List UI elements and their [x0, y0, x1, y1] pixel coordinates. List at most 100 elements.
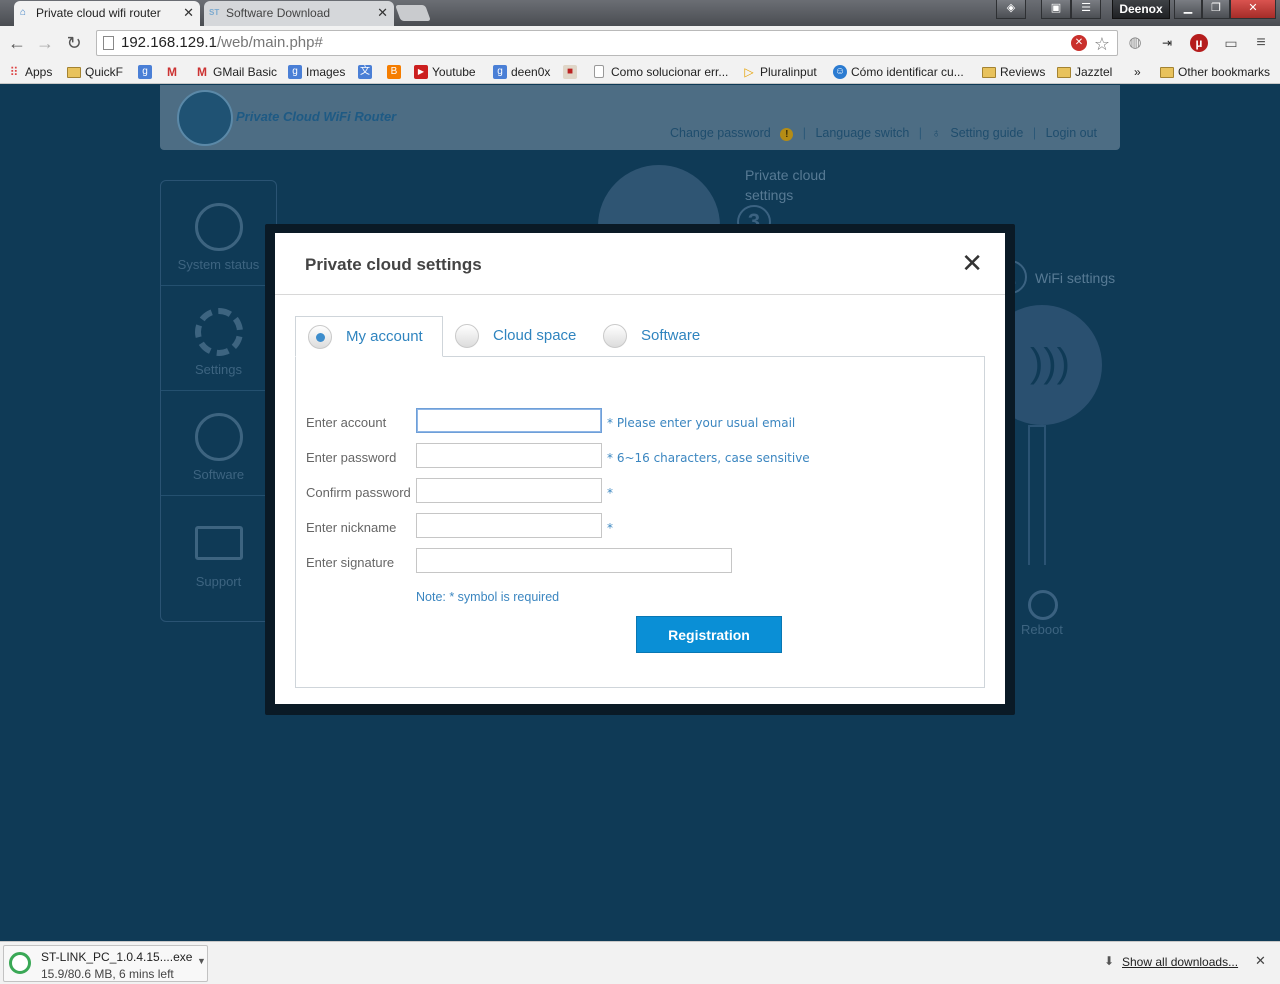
bookmark-gmail-basic[interactable]: M GMail Basic: [195, 63, 277, 81]
tab-cloud-space[interactable]: Cloud space: [443, 316, 591, 357]
setting-guide-link[interactable]: Setting guide: [950, 126, 1023, 140]
bookmark-apps[interactable]: ⠿ Apps: [7, 63, 53, 81]
bookmark-youtube[interactable]: ▶ Youtube: [414, 63, 476, 81]
private-cloud-step-label: Private cloud settings: [745, 167, 826, 203]
sidebar-item-label: System status: [177, 257, 260, 272]
bookmark-pluralinput[interactable]: ▷ Pluralinput: [742, 63, 816, 81]
bookmark-quickf[interactable]: QuickF: [67, 63, 123, 81]
change-password-link[interactable]: Change password: [670, 126, 771, 140]
minimize-button[interactable]: ▁: [1174, 0, 1202, 19]
new-tab-button[interactable]: [395, 5, 431, 21]
tab-software[interactable]: Software: [591, 316, 739, 357]
download-item[interactable]: ST-LINK_PC_1.0.4.15....exe 15.9/80.6 MB,…: [3, 945, 208, 982]
menu-icon[interactable]: ≡: [1252, 34, 1270, 52]
gear-icon: [194, 308, 243, 356]
forward-arrow-icon[interactable]: →: [34, 32, 56, 54]
bookmark-deen0x[interactable]: g deen0x: [493, 63, 550, 81]
window-close-button[interactable]: ✕: [1230, 0, 1276, 19]
profile-user-button[interactable]: Deenox: [1112, 0, 1170, 19]
tab-title: Private cloud wifi router: [36, 6, 161, 20]
router-header: Private Cloud WiFi Router Change passwor…: [160, 85, 1120, 150]
back-arrow-icon[interactable]: ←: [6, 32, 28, 54]
reload-icon[interactable]: ↻: [63, 32, 85, 54]
download-filename: ST-LINK_PC_1.0.4.15....exe: [41, 950, 193, 964]
download-progress-icon: [9, 952, 31, 974]
chevron-down-icon[interactable]: ▼: [197, 956, 206, 966]
sidebar-item-system-status[interactable]: System status: [161, 181, 276, 286]
bookmark-como-identificar[interactable]: ☺ Cómo identificar cu...: [833, 63, 964, 81]
private-cloud-settings-dialog: Private cloud settings ✕ My account Clou…: [275, 233, 1005, 704]
required-note: Note: * symbol is required: [416, 590, 560, 604]
registration-button[interactable]: Registration: [636, 616, 782, 653]
bookmark-reviews[interactable]: Reviews: [982, 63, 1045, 81]
tab-strip: ⌂ Private cloud wifi router ✕ ST Softwar…: [0, 0, 1280, 26]
login-extension-icon[interactable]: ⇥: [1158, 34, 1176, 52]
restore-button[interactable]: ❐: [1202, 0, 1230, 19]
close-icon[interactable]: ✕: [183, 1, 194, 25]
folder-icon: [1057, 67, 1071, 78]
other-bookmarks[interactable]: Other bookmarks: [1160, 63, 1270, 81]
pulse-icon: [194, 203, 243, 251]
cast-icon[interactable]: ▭: [1222, 34, 1240, 52]
router-logo-icon: [177, 90, 233, 146]
tab-private-cloud[interactable]: ⌂ Private cloud wifi router ✕: [14, 1, 200, 26]
account-input[interactable]: [416, 408, 602, 433]
url-host: 192.168.129.1: [121, 34, 217, 51]
confirm-password-input[interactable]: [416, 478, 602, 503]
bookmark-translate[interactable]: 文: [358, 63, 376, 81]
download-status: 15.9/80.6 MB, 6 mins left: [41, 967, 174, 981]
sidebar-item-software[interactable]: Software: [161, 391, 276, 496]
nickname-input[interactable]: [416, 513, 602, 538]
close-icon[interactable]: ✕: [377, 1, 388, 25]
sidebar-item-label: Software: [192, 467, 245, 482]
setting-guide-icon: ♁: [931, 126, 941, 140]
blocked-icon[interactable]: ✕: [1071, 35, 1087, 51]
window-switch-button[interactable]: ▣: [1041, 0, 1071, 19]
radio-unselected-icon: [455, 324, 479, 348]
bookmark-blogger[interactable]: B: [387, 63, 405, 81]
globe-extension-icon[interactable]: ◍: [1126, 34, 1144, 52]
sidebar-item-settings[interactable]: Settings: [161, 286, 276, 391]
bookmark-red[interactable]: ■: [563, 63, 581, 81]
account-hint: * Please enter your usual email: [607, 416, 796, 430]
language-switch-link[interactable]: Language switch: [815, 126, 909, 140]
close-icon[interactable]: ✕: [1255, 953, 1266, 969]
extension-window-button[interactable]: ◈: [996, 0, 1026, 19]
signature-label: Enter signature: [306, 555, 395, 570]
bookmark-como-solucionar[interactable]: Como solucionar err...: [593, 63, 728, 81]
st-logo-icon: ST: [209, 8, 220, 17]
translate-icon: 文: [358, 65, 372, 79]
password-input[interactable]: [416, 443, 602, 468]
power-icon[interactable]: [1028, 590, 1058, 620]
wifi-step-label: WiFi settings: [1035, 270, 1116, 286]
signature-input[interactable]: [416, 548, 732, 573]
url-path: /web/main.php#: [216, 34, 323, 51]
password-label: Enter password: [306, 450, 397, 465]
bookmark-jazztel[interactable]: Jazztel: [1057, 63, 1112, 81]
close-icon[interactable]: ✕: [961, 249, 983, 277]
utorrent-icon[interactable]: µ: [1190, 34, 1208, 52]
bookmark-label: Other bookmarks: [1178, 65, 1271, 79]
bookmark-google[interactable]: g: [138, 63, 156, 81]
download-shelf: ST-LINK_PC_1.0.4.15....exe 15.9/80.6 MB,…: [0, 941, 1280, 984]
show-all-downloads-link[interactable]: Show all downloads...: [1122, 955, 1238, 969]
tab-software-download[interactable]: ST Software Download ✕: [204, 1, 394, 26]
browser-toolbar: ← → ↻ 192.168.129.1/web/main.php# ✕ ☆ ◍ …: [0, 26, 1280, 60]
tab-my-account[interactable]: My account: [295, 316, 443, 357]
sidebar-item-support[interactable]: Support: [161, 496, 276, 601]
apps-grid-icon: ⠿: [9, 65, 19, 79]
address-bar[interactable]: 192.168.129.1/web/main.php# ✕ ☆: [96, 30, 1118, 56]
bookmark-label: Cómo identificar cu...: [851, 65, 964, 79]
bookmarks-bar: ⠿ Apps QuickF g M M GMail Basic g Images…: [0, 60, 1280, 84]
bookmark-label: Apps: [25, 65, 53, 79]
login-out-link[interactable]: Login out: [1046, 126, 1097, 140]
dialog-title: Private cloud settings: [305, 255, 482, 274]
router-antenna-graphic: [1028, 425, 1046, 565]
bookmarks-overflow-button[interactable]: »: [1134, 63, 1141, 81]
bookmark-gmail[interactable]: M: [165, 63, 183, 81]
bookmark-star-icon[interactable]: ☆: [1093, 35, 1111, 53]
reboot-label: Reboot: [1021, 622, 1063, 637]
bookmark-images[interactable]: g Images: [288, 63, 345, 81]
router-brand: Private Cloud WiFi Router: [236, 109, 397, 124]
window-list-button[interactable]: ☰: [1071, 0, 1101, 19]
